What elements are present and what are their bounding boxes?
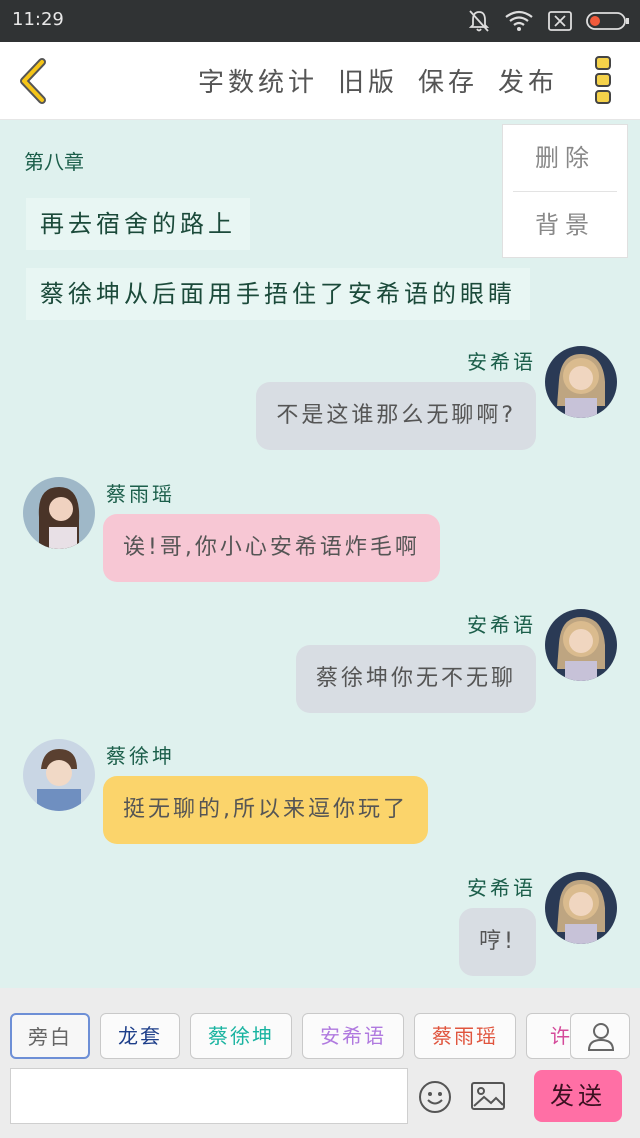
avatar-an-xiyu[interactable] [545,872,617,944]
sender-name: 蔡雨瑶 [106,482,175,506]
chip-label: 旁白 [28,1025,72,1049]
avatar-cai-xukun[interactable] [23,739,95,811]
sim-x-icon [548,11,572,31]
old-version-button[interactable]: 旧版 [338,62,398,99]
chip-label: 蔡雨瑶 [432,1024,498,1048]
message-bubble[interactable]: 挺无聊的,所以来逗你玩了 [103,776,428,844]
publish-button[interactable]: 发布 [498,62,558,99]
person-icon [587,1023,615,1051]
avatar-an-xiyu[interactable] [545,609,617,681]
sender-name: 蔡徐坤 [106,744,175,768]
avatar-an-xiyu[interactable] [545,346,617,418]
more-dots-icon [595,56,611,104]
role-chips: 旁白 龙套 蔡徐坤 安希语 蔡雨瑶 许 [10,1013,570,1059]
top-bar: 字数统计 旧版 保存 发布 [0,42,640,120]
role-chip-extra[interactable]: 龙套 [100,1013,180,1059]
image-button[interactable] [470,1080,506,1112]
send-button[interactable]: 发送 [534,1070,622,1122]
chapter-title: 第八章 [24,150,84,174]
status-time: 11:29 [12,9,64,30]
add-role-button[interactable] [570,1013,630,1059]
message-bubble[interactable]: 不是这谁那么无聊啊? [256,382,536,450]
battery-icon [586,12,629,30]
status-bar: 11:29 [0,0,640,42]
role-chip-cai-yuyao[interactable]: 蔡雨瑶 [414,1013,516,1059]
message-bubble[interactable]: 哼! [459,908,536,976]
more-menu-button[interactable] [594,55,614,105]
save-button[interactable]: 保存 [418,62,478,99]
role-chip-cai-xukun[interactable]: 蔡徐坤 [190,1013,292,1059]
role-chip-an-xiyu[interactable]: 安希语 [302,1013,404,1059]
narration-line[interactable]: 再去宿舍的路上 [26,198,250,250]
background-menu-item[interactable]: 背景 [503,192,627,258]
chat-area[interactable]: 第八章 再去宿舍的路上 蔡徐坤从后面用手捂住了安希语的眼睛 删除 背景 安希语 … [0,120,640,988]
composer-panel: 旁白 龙套 蔡徐坤 安希语 蔡雨瑶 许 发送 [0,988,640,1138]
sender-name: 安希语 [467,613,536,637]
narration-line[interactable]: 蔡徐坤从后面用手捂住了安希语的眼睛 [26,268,530,320]
chip-label: 安希语 [320,1024,386,1048]
top-actions: 字数统计 旧版 保存 发布 [198,62,558,99]
message-bubble[interactable]: 蔡徐坤你无不无聊 [295,645,536,713]
image-icon [471,1082,505,1110]
back-arrow-icon [20,58,46,104]
delete-menu-item[interactable]: 删除 [503,125,627,191]
message-input[interactable] [10,1068,408,1124]
back-button[interactable] [14,56,54,106]
context-menu: 删除 背景 [502,124,628,258]
chip-label: 龙套 [118,1024,162,1048]
emoji-button[interactable] [418,1080,452,1114]
smiley-icon [419,1081,451,1113]
sender-name: 安希语 [467,350,536,374]
wifi-icon [505,10,533,31]
bell-muted-icon [468,10,490,32]
chip-label: 许 [550,1024,570,1048]
avatar-cai-yuyao[interactable] [23,477,95,549]
sender-name: 安希语 [467,876,536,900]
word-count-button[interactable]: 字数统计 [198,62,318,99]
role-chip-narrator[interactable]: 旁白 [10,1013,90,1059]
chip-label: 蔡徐坤 [208,1024,274,1048]
role-chip-xu[interactable]: 许 [526,1013,570,1059]
message-bubble[interactable]: 诶!哥,你小心安希语炸毛啊 [103,514,440,582]
status-icons [468,8,630,34]
